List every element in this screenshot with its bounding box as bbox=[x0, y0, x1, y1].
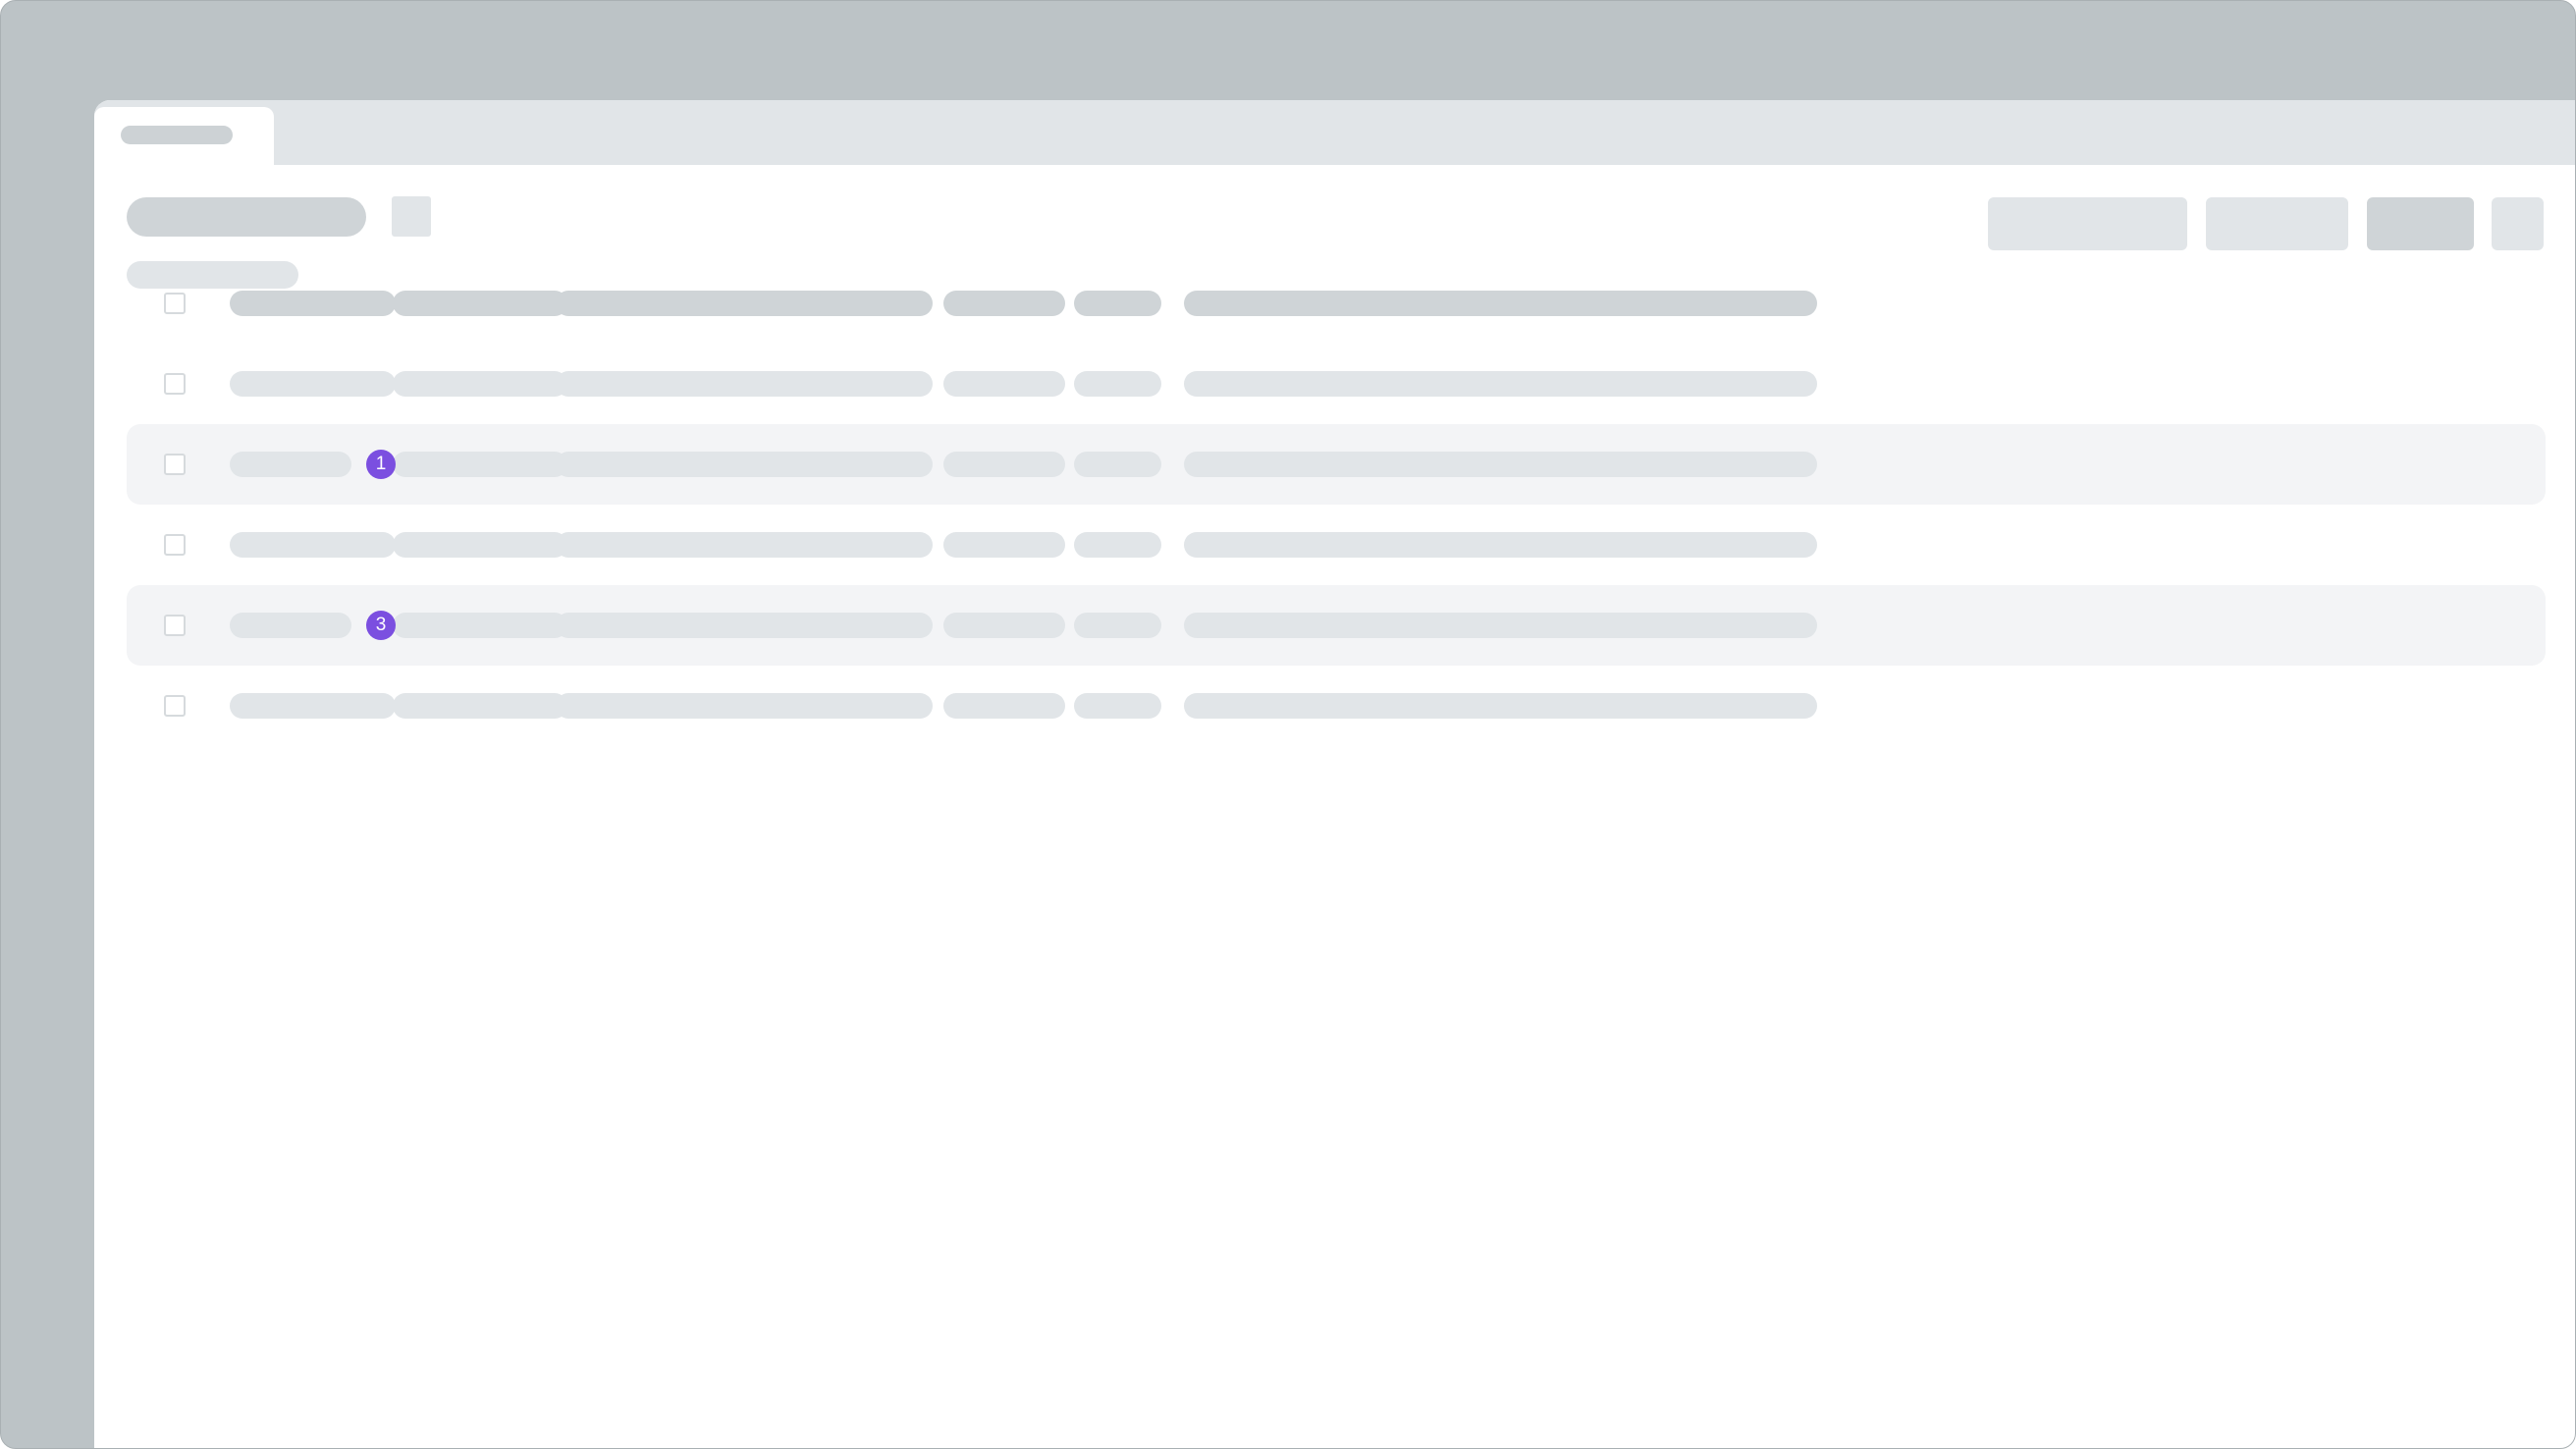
select-all-checkbox[interactable] bbox=[164, 293, 186, 314]
table-cell-2 bbox=[393, 452, 567, 477]
action-button-1[interactable] bbox=[1988, 197, 2187, 250]
row-checkbox[interactable] bbox=[164, 534, 186, 556]
table-cell-2 bbox=[393, 693, 567, 719]
table-cell-5 bbox=[943, 613, 1065, 638]
column-header-7[interactable] bbox=[1184, 291, 1817, 316]
action-button-primary[interactable] bbox=[2367, 197, 2474, 250]
table-cell-2 bbox=[393, 613, 567, 638]
table-cell-5 bbox=[943, 371, 1065, 397]
table-cell-7 bbox=[1184, 613, 1817, 638]
table-cell-2 bbox=[393, 532, 567, 558]
table-cell-1 bbox=[230, 532, 396, 558]
action-button-more[interactable] bbox=[2492, 197, 2544, 250]
table-cell-1 bbox=[230, 452, 351, 477]
table-cell-5 bbox=[943, 452, 1065, 477]
column-header-5[interactable] bbox=[943, 291, 1065, 316]
title-icon[interactable] bbox=[392, 196, 431, 237]
column-header-1[interactable] bbox=[230, 291, 396, 316]
column-header-6[interactable] bbox=[1074, 291, 1161, 316]
page-title-placeholder bbox=[127, 197, 366, 237]
count-badge: 3 bbox=[366, 611, 396, 640]
table-cell-4 bbox=[817, 532, 933, 558]
table-cell-4 bbox=[817, 613, 933, 638]
column-header-4[interactable] bbox=[817, 291, 933, 316]
table-cell-1 bbox=[230, 693, 396, 719]
table-cell-5 bbox=[943, 693, 1065, 719]
table-cell-6 bbox=[1074, 371, 1161, 397]
table-cell-7 bbox=[1184, 371, 1817, 397]
row-checkbox[interactable] bbox=[164, 615, 186, 636]
table-cell-6 bbox=[1074, 693, 1161, 719]
table-cell-7 bbox=[1184, 693, 1817, 719]
table-cell-4 bbox=[817, 371, 933, 397]
table-cell-1 bbox=[230, 371, 396, 397]
table-cell-6 bbox=[1074, 613, 1161, 638]
app-window: 13 bbox=[94, 100, 2575, 1448]
table-cell-5 bbox=[943, 532, 1065, 558]
row-checkbox[interactable] bbox=[164, 373, 186, 395]
table-cell-4 bbox=[817, 452, 933, 477]
page-subtitle-placeholder bbox=[127, 261, 298, 289]
app-frame: 13 bbox=[0, 0, 2576, 1449]
count-badge: 1 bbox=[366, 450, 396, 479]
tab-strip bbox=[94, 100, 2575, 165]
table-cell-7 bbox=[1184, 532, 1817, 558]
action-button-2[interactable] bbox=[2206, 197, 2348, 250]
table-cell-2 bbox=[393, 371, 567, 397]
table-cell-7 bbox=[1184, 452, 1817, 477]
tab-label-placeholder bbox=[121, 126, 233, 144]
row-checkbox[interactable] bbox=[164, 454, 186, 475]
table-cell-6 bbox=[1074, 532, 1161, 558]
row-checkbox[interactable] bbox=[164, 695, 186, 717]
tab-active[interactable] bbox=[94, 107, 274, 165]
table-cell-1 bbox=[230, 613, 351, 638]
table-cell-4 bbox=[817, 693, 933, 719]
table-cell-6 bbox=[1074, 452, 1161, 477]
column-header-2[interactable] bbox=[393, 291, 567, 316]
